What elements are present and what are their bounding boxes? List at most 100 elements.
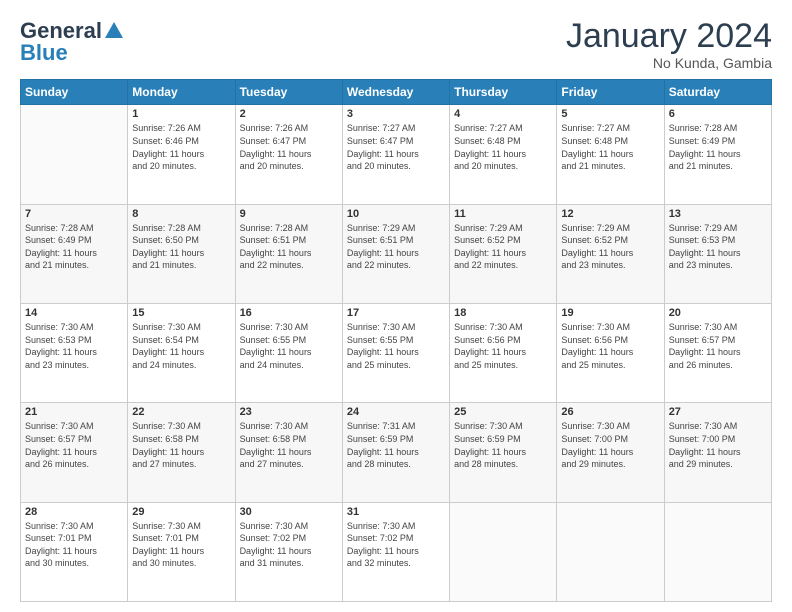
calendar-cell: 8 Sunrise: 7:28 AM Sunset: 6:50 PM Daylig… xyxy=(128,204,235,303)
day-info: Sunrise: 7:30 AM Sunset: 7:01 PM Dayligh… xyxy=(25,520,123,570)
calendar-cell: 27 Sunrise: 7:30 AM Sunset: 7:00 PM Dayli… xyxy=(664,403,771,502)
day-info: Sunrise: 7:28 AM Sunset: 6:49 PM Dayligh… xyxy=(25,222,123,272)
calendar-cell: 12Sunrise: 7:29 AM Sunset: 6:52 PM Dayli… xyxy=(557,204,664,303)
day-info: Sunrise: 7:30 AM Sunset: 6:55 PM Dayligh… xyxy=(240,321,338,371)
calendar-cell: 16 Sunrise: 7:30 AM Sunset: 6:55 PM Dayli… xyxy=(235,304,342,403)
calendar-week-5: 28 Sunrise: 7:30 AM Sunset: 7:01 PM Dayli… xyxy=(21,502,772,601)
calendar-cell: 30 Sunrise: 7:30 AM Sunset: 7:02 PM Dayli… xyxy=(235,502,342,601)
weekday-header-thursday: Thursday xyxy=(450,80,557,105)
day-number: 14 xyxy=(25,307,123,319)
calendar-cell: 7Sunrise: 7:28 AM Sunset: 6:49 PM Daylig… xyxy=(21,204,128,303)
weekday-header-saturday: Saturday xyxy=(664,80,771,105)
day-number: 24 xyxy=(347,406,445,418)
day-number: 21 xyxy=(25,406,123,418)
day-number: 11 xyxy=(454,208,552,220)
calendar-cell: 13 Sunrise: 7:29 AM Sunset: 6:53 PM Dayli… xyxy=(664,204,771,303)
day-number: 16 xyxy=(240,307,338,319)
calendar-week-4: 21 Sunrise: 7:30 AM Sunset: 6:57 PM Dayli… xyxy=(21,403,772,502)
day-info: Sunrise: 7:27 AM Sunset: 6:47 PM Dayligh… xyxy=(347,122,445,172)
day-number: 31 xyxy=(347,506,445,518)
day-info: Sunrise: 7:30 AM Sunset: 7:02 PM Dayligh… xyxy=(240,520,338,570)
day-number: 2 xyxy=(240,108,338,120)
calendar-cell: 24 Sunrise: 7:31 AM Sunset: 6:59 PM Dayli… xyxy=(342,403,449,502)
calendar-week-1: 1Sunrise: 7:26 AM Sunset: 6:46 PM Daylig… xyxy=(21,105,772,204)
weekday-header-sunday: Sunday xyxy=(21,80,128,105)
day-number: 4 xyxy=(454,108,552,120)
day-number: 13 xyxy=(669,208,767,220)
weekday-header-wednesday: Wednesday xyxy=(342,80,449,105)
day-info: Sunrise: 7:29 AM Sunset: 6:51 PM Dayligh… xyxy=(347,222,445,272)
day-number: 25 xyxy=(454,406,552,418)
calendar-cell: 28 Sunrise: 7:30 AM Sunset: 7:01 PM Dayli… xyxy=(21,502,128,601)
day-info: Sunrise: 7:30 AM Sunset: 6:55 PM Dayligh… xyxy=(347,321,445,371)
logo-blue: Blue xyxy=(20,40,68,66)
calendar-cell: 10 Sunrise: 7:29 AM Sunset: 6:51 PM Dayli… xyxy=(342,204,449,303)
day-info: Sunrise: 7:30 AM Sunset: 6:57 PM Dayligh… xyxy=(25,420,123,470)
calendar-week-3: 14 Sunrise: 7:30 AM Sunset: 6:53 PM Dayli… xyxy=(21,304,772,403)
logo-icon xyxy=(103,20,125,42)
day-number: 29 xyxy=(132,506,230,518)
day-number: 26 xyxy=(561,406,659,418)
calendar-cell: 22 Sunrise: 7:30 AM Sunset: 6:58 PM Dayli… xyxy=(128,403,235,502)
day-number: 12 xyxy=(561,208,659,220)
day-number: 17 xyxy=(347,307,445,319)
day-number: 5 xyxy=(561,108,659,120)
day-number: 20 xyxy=(669,307,767,319)
day-number: 18 xyxy=(454,307,552,319)
weekday-header-friday: Friday xyxy=(557,80,664,105)
calendar-cell: 6 Sunrise: 7:28 AM Sunset: 6:49 PM Daylig… xyxy=(664,105,771,204)
day-info: Sunrise: 7:28 AM Sunset: 6:51 PM Dayligh… xyxy=(240,222,338,272)
calendar-cell: 19Sunrise: 7:30 AM Sunset: 6:56 PM Dayli… xyxy=(557,304,664,403)
calendar-cell: 29 Sunrise: 7:30 AM Sunset: 7:01 PM Dayli… xyxy=(128,502,235,601)
calendar-cell: 15 Sunrise: 7:30 AM Sunset: 6:54 PM Dayli… xyxy=(128,304,235,403)
day-number: 3 xyxy=(347,108,445,120)
day-number: 22 xyxy=(132,406,230,418)
day-info: Sunrise: 7:27 AM Sunset: 6:48 PM Dayligh… xyxy=(561,122,659,172)
page-header: General Blue January 2024 No Kunda, Gamb… xyxy=(20,18,772,71)
day-info: Sunrise: 7:31 AM Sunset: 6:59 PM Dayligh… xyxy=(347,420,445,470)
location: No Kunda, Gambia xyxy=(566,55,772,71)
calendar-cell: 9 Sunrise: 7:28 AM Sunset: 6:51 PM Daylig… xyxy=(235,204,342,303)
weekday-header-tuesday: Tuesday xyxy=(235,80,342,105)
calendar-cell: 1Sunrise: 7:26 AM Sunset: 6:46 PM Daylig… xyxy=(128,105,235,204)
day-info: Sunrise: 7:30 AM Sunset: 6:56 PM Dayligh… xyxy=(561,321,659,371)
day-info: Sunrise: 7:26 AM Sunset: 6:46 PM Dayligh… xyxy=(132,122,230,172)
day-info: Sunrise: 7:26 AM Sunset: 6:47 PM Dayligh… xyxy=(240,122,338,172)
day-info: Sunrise: 7:29 AM Sunset: 6:52 PM Dayligh… xyxy=(454,222,552,272)
calendar-cell: 18Sunrise: 7:30 AM Sunset: 6:56 PM Dayli… xyxy=(450,304,557,403)
calendar-cell xyxy=(21,105,128,204)
day-info: Sunrise: 7:30 AM Sunset: 6:58 PM Dayligh… xyxy=(240,420,338,470)
day-number: 28 xyxy=(25,506,123,518)
day-info: Sunrise: 7:30 AM Sunset: 7:01 PM Dayligh… xyxy=(132,520,230,570)
calendar-table: SundayMondayTuesdayWednesdayThursdayFrid… xyxy=(20,79,772,602)
calendar-cell: 25Sunrise: 7:30 AM Sunset: 6:59 PM Dayli… xyxy=(450,403,557,502)
month-title: January 2024 xyxy=(566,18,772,55)
day-number: 9 xyxy=(240,208,338,220)
day-info: Sunrise: 7:28 AM Sunset: 6:50 PM Dayligh… xyxy=(132,222,230,272)
day-info: Sunrise: 7:29 AM Sunset: 6:53 PM Dayligh… xyxy=(669,222,767,272)
calendar-cell: 11 Sunrise: 7:29 AM Sunset: 6:52 PM Dayli… xyxy=(450,204,557,303)
day-number: 15 xyxy=(132,307,230,319)
day-number: 6 xyxy=(669,108,767,120)
calendar-cell: 23 Sunrise: 7:30 AM Sunset: 6:58 PM Dayli… xyxy=(235,403,342,502)
calendar-cell: 21 Sunrise: 7:30 AM Sunset: 6:57 PM Dayli… xyxy=(21,403,128,502)
day-info: Sunrise: 7:30 AM Sunset: 6:58 PM Dayligh… xyxy=(132,420,230,470)
title-block: January 2024 No Kunda, Gambia xyxy=(566,18,772,71)
day-info: Sunrise: 7:30 AM Sunset: 6:54 PM Dayligh… xyxy=(132,321,230,371)
calendar-cell: 2 Sunrise: 7:26 AM Sunset: 6:47 PM Daylig… xyxy=(235,105,342,204)
calendar-cell: 31Sunrise: 7:30 AM Sunset: 7:02 PM Dayli… xyxy=(342,502,449,601)
day-info: Sunrise: 7:30 AM Sunset: 6:53 PM Dayligh… xyxy=(25,321,123,371)
day-number: 10 xyxy=(347,208,445,220)
calendar-cell: 3 Sunrise: 7:27 AM Sunset: 6:47 PM Daylig… xyxy=(342,105,449,204)
day-info: Sunrise: 7:30 AM Sunset: 7:00 PM Dayligh… xyxy=(561,420,659,470)
day-number: 8 xyxy=(132,208,230,220)
day-info: Sunrise: 7:30 AM Sunset: 7:00 PM Dayligh… xyxy=(669,420,767,470)
day-info: Sunrise: 7:27 AM Sunset: 6:48 PM Dayligh… xyxy=(454,122,552,172)
day-number: 30 xyxy=(240,506,338,518)
day-info: Sunrise: 7:28 AM Sunset: 6:49 PM Dayligh… xyxy=(669,122,767,172)
day-number: 27 xyxy=(669,406,767,418)
calendar-cell: 17 Sunrise: 7:30 AM Sunset: 6:55 PM Dayli… xyxy=(342,304,449,403)
day-number: 23 xyxy=(240,406,338,418)
calendar-cell: 14 Sunrise: 7:30 AM Sunset: 6:53 PM Dayli… xyxy=(21,304,128,403)
day-info: Sunrise: 7:30 AM Sunset: 6:57 PM Dayligh… xyxy=(669,321,767,371)
